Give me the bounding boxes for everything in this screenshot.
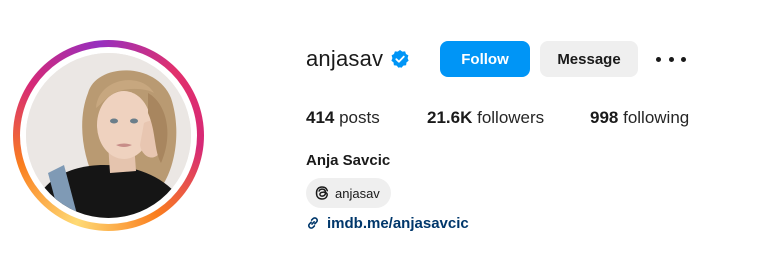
avatar-story-ring[interactable]	[13, 40, 204, 231]
followers-stat[interactable]: 21.6K followers	[427, 108, 544, 128]
avatar-ring-gap	[20, 47, 197, 224]
profile-header: anjasav	[306, 40, 410, 78]
verified-badge-icon	[390, 49, 410, 69]
followers-count: 21.6K	[427, 108, 473, 127]
link-icon	[306, 216, 320, 230]
follow-button[interactable]: Follow	[440, 41, 530, 77]
following-count: 998	[590, 108, 619, 127]
more-dot	[668, 56, 674, 62]
more-options-icon[interactable]	[656, 50, 686, 68]
more-dot	[681, 56, 686, 62]
threads-icon	[314, 185, 330, 201]
posts-label: posts	[334, 108, 380, 127]
profile-photo	[26, 53, 191, 218]
link-text: imdb.me/anjasavcic	[327, 214, 469, 232]
posts-stat: 414 posts	[306, 108, 380, 128]
full-name: Anja Savcic	[306, 152, 391, 169]
message-button[interactable]: Message	[540, 41, 638, 77]
posts-count: 414	[306, 108, 335, 127]
threads-handle: anjasav	[335, 185, 380, 201]
profile-link[interactable]: imdb.me/anjasavcic	[306, 213, 469, 233]
following-stat[interactable]: 998 following	[590, 108, 689, 128]
followers-label: followers	[472, 108, 545, 127]
threads-badge[interactable]: anjasav	[306, 178, 391, 208]
username: anjasav	[306, 46, 384, 71]
avatar[interactable]	[26, 53, 191, 218]
following-label: following	[618, 108, 690, 127]
more-dot	[656, 56, 661, 62]
